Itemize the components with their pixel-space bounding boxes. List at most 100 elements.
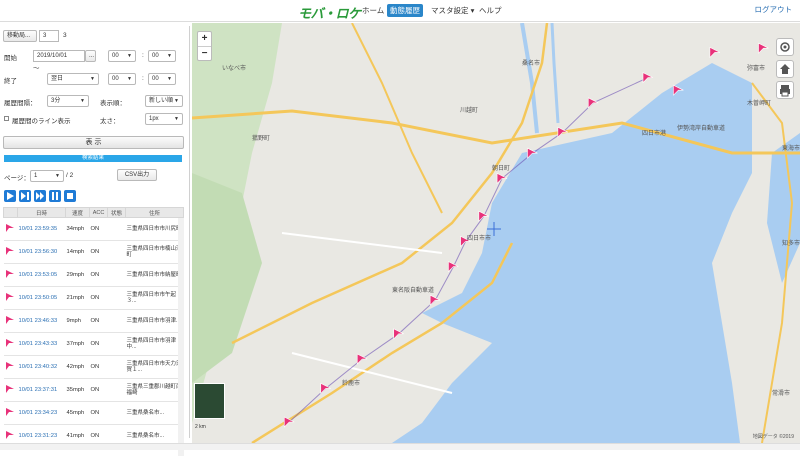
row-date[interactable]: 10/01 23:46:33 bbox=[17, 309, 66, 333]
row-acc: ON bbox=[89, 332, 108, 356]
row-speed: 14mph bbox=[65, 240, 90, 264]
table-row[interactable]: 10/01 23:37:31 35mph ON 三重県三重郡川越町南福崎 bbox=[3, 378, 184, 402]
interval-select[interactable]: 3分 ▼ bbox=[47, 95, 89, 107]
table-row[interactable]: 10/01 23:56:30 14mph ON 三重県四日市市楠山浦町 bbox=[3, 240, 184, 264]
row-place: 三重県四日市市納屋町 bbox=[125, 263, 184, 287]
line-display-label: 履歴間のライン表示 bbox=[12, 118, 71, 125]
end-hour-select[interactable]: 00 ▼ bbox=[108, 73, 136, 85]
table-row[interactable]: 10/01 23:50:05 21mph ON 三重県四日市市午起３... bbox=[3, 286, 184, 310]
row-acc: ON bbox=[89, 286, 108, 310]
table-row[interactable]: 10/01 23:46:33 9mph ON 三重県四日市市羽津... bbox=[3, 309, 184, 333]
direction-arrow-icon bbox=[3, 355, 18, 379]
map-label: 菰野町 bbox=[252, 136, 271, 142]
search-result-bar: 検索結果 bbox=[4, 155, 182, 162]
map-label: 常滑市 bbox=[772, 391, 791, 397]
map-label: 四日市港 bbox=[642, 131, 667, 137]
row-date[interactable]: 10/01 23:34:23 bbox=[17, 401, 66, 425]
row-place: 三重県四日市市羽津中... bbox=[125, 332, 184, 356]
col-state[interactable]: 状態 bbox=[107, 207, 126, 218]
fast-forward-button[interactable] bbox=[34, 190, 46, 202]
row-date[interactable]: 10/01 23:50:05 bbox=[17, 286, 66, 310]
row-speed: 42mph bbox=[65, 355, 90, 379]
row-acc: ON bbox=[89, 217, 108, 241]
map-label: 鈴鹿市 bbox=[342, 381, 361, 387]
thickness-label: 太さ： bbox=[100, 118, 120, 125]
row-date[interactable]: 10/01 23:53:05 bbox=[17, 263, 66, 287]
direction-arrow-icon bbox=[3, 309, 18, 333]
start-date-picker-button[interactable]: ... bbox=[85, 50, 96, 62]
col-date[interactable]: 日時 bbox=[17, 207, 66, 218]
row-place: 三重県四日市市川尻町 bbox=[125, 217, 184, 241]
start-date-input[interactable]: 2019/10/01 bbox=[33, 50, 85, 62]
thickness-select[interactable]: 1px ▼ bbox=[145, 113, 183, 125]
csv-export-button[interactable]: CSV出力 bbox=[117, 169, 157, 181]
row-place: 三重県四日市市午起３... bbox=[125, 286, 184, 310]
page-select[interactable]: 1 ▼ bbox=[30, 170, 64, 182]
row-date[interactable]: 10/01 23:59:35 bbox=[17, 217, 66, 241]
order-select[interactable]: 新しい順 ▼ bbox=[145, 95, 183, 107]
zoom-out-button[interactable]: − bbox=[198, 46, 211, 60]
logout-link[interactable]: ログアウト bbox=[755, 4, 793, 15]
col-acc[interactable]: ACC bbox=[89, 207, 108, 218]
stop-icon bbox=[67, 193, 73, 199]
app-logo[interactable]: モバ・ロケ bbox=[298, 3, 361, 22]
row-acc: ON bbox=[89, 263, 108, 287]
order-label: 表示順： bbox=[100, 100, 126, 107]
play-button[interactable] bbox=[4, 190, 16, 202]
row-state bbox=[107, 378, 126, 402]
row-speed: 29mph bbox=[65, 263, 90, 287]
show-button[interactable]: 表 示 bbox=[3, 136, 184, 149]
col-place[interactable]: 住所 bbox=[125, 207, 184, 218]
table-row[interactable]: 10/01 23:40:32 42mph ON 三重県四日市市天力須賀１... bbox=[3, 355, 184, 379]
row-date[interactable]: 10/01 23:43:33 bbox=[17, 332, 66, 356]
stop-button[interactable] bbox=[64, 190, 76, 202]
page-label: ページ： bbox=[4, 175, 30, 182]
table-scrollbar[interactable] bbox=[178, 218, 184, 456]
nav-master-settings[interactable]: マスタ設定 ▾ bbox=[428, 4, 477, 17]
step-forward-icon bbox=[21, 192, 29, 200]
direction-arrow-icon bbox=[3, 286, 18, 310]
top-nav: モバ・ロケ ホーム 動態履歴 マスタ設定 ▾ ヘルプ ログアウト bbox=[0, 0, 800, 22]
start-hour-select[interactable]: 00 ▼ bbox=[108, 50, 136, 62]
satellite-toggle[interactable] bbox=[194, 383, 225, 419]
vehicle-input[interactable]: 3 bbox=[39, 30, 59, 42]
map-view[interactable]: 桑名市 弥富市 木曽岬町 川越町 朝日町 四日市市 菰野町 鈴鹿市 知多市 常滑市 東海市 いなべ市四… bbox=[192, 23, 800, 443]
row-date[interactable]: 10/01 23:40:32 bbox=[17, 355, 66, 379]
vehicle-select-button[interactable]: 移動局... bbox=[3, 30, 37, 42]
row-state bbox=[107, 240, 126, 264]
row-state bbox=[107, 355, 126, 379]
table-row[interactable]: 10/01 23:43:33 37mph ON 三重県四日市市羽津中... bbox=[3, 332, 184, 356]
home-icon bbox=[780, 64, 790, 74]
row-date[interactable]: 10/01 23:37:31 bbox=[17, 378, 66, 402]
nav-history[interactable]: 動態履歴 bbox=[387, 4, 423, 17]
nav-home[interactable]: ホーム bbox=[359, 4, 387, 17]
row-date[interactable]: 10/01 23:56:30 bbox=[17, 240, 66, 264]
print-icon bbox=[780, 85, 790, 97]
map-settings-button[interactable] bbox=[776, 38, 794, 56]
line-display-checkbox[interactable] bbox=[4, 116, 9, 121]
row-speed: 35mph bbox=[65, 378, 90, 402]
table-row[interactable]: 10/01 23:53:05 29mph ON 三重県四日市市納屋町 bbox=[3, 263, 184, 287]
start-minute-select[interactable]: 00 ▼ bbox=[148, 50, 176, 62]
map-home-button[interactable] bbox=[776, 60, 794, 78]
row-state bbox=[107, 332, 126, 356]
zoom-in-button[interactable]: + bbox=[198, 32, 211, 46]
end-minute-select[interactable]: 00 ▼ bbox=[148, 73, 176, 85]
table-row[interactable]: 10/01 23:59:35 34mph ON 三重県四日市市川尻町 bbox=[3, 217, 184, 241]
pause-button[interactable] bbox=[49, 190, 61, 202]
row-speed: 34mph bbox=[65, 217, 90, 241]
direction-arrow-icon bbox=[3, 240, 18, 264]
nav-help[interactable]: ヘルプ bbox=[476, 4, 505, 17]
map-scale: 2 km bbox=[195, 424, 206, 430]
row-acc: ON bbox=[89, 378, 108, 402]
search-panel: 移動局... 3 3 開始 2019/10/01 ... 00 ▼ : 00 ▼ ～… bbox=[0, 26, 190, 456]
step-forward-button[interactable] bbox=[19, 190, 31, 202]
row-acc: ON bbox=[89, 401, 108, 425]
vehicle-count: 3 bbox=[63, 32, 67, 39]
col-speed[interactable]: 速度 bbox=[65, 207, 90, 218]
table-row[interactable]: 10/01 23:34:23 45mph ON 三重県桑名市... bbox=[3, 401, 184, 425]
history-table: 日時 速度 ACC 状態 住所 10/01 23:59:35 34mph ON 三重県… bbox=[3, 207, 184, 448]
map-print-button[interactable] bbox=[776, 81, 794, 99]
fast-forward-icon bbox=[36, 192, 44, 200]
end-day-select[interactable]: 翌日 ▼ bbox=[47, 73, 99, 85]
